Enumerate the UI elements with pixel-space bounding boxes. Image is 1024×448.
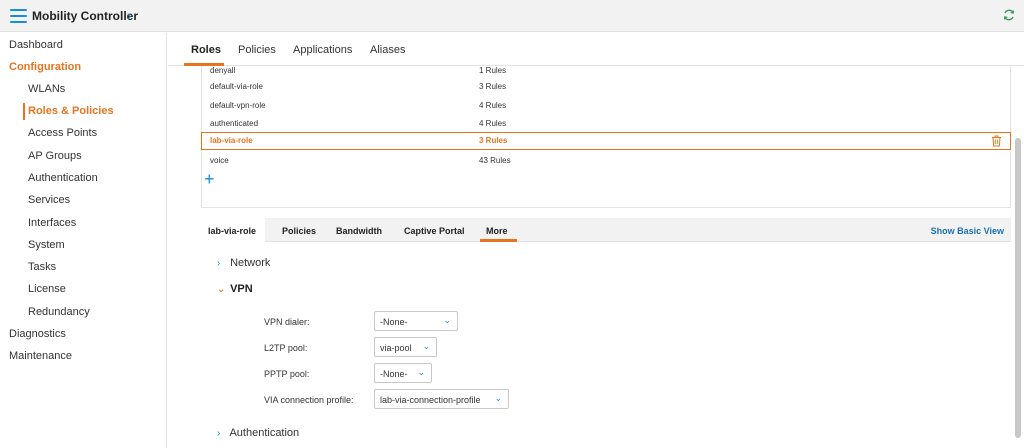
tab-roles[interactable]: Roles	[191, 44, 221, 56]
l2tp-pool-select[interactable]: via-pool ⌄	[374, 337, 437, 357]
role-name: denyall	[210, 66, 236, 75]
sidebar-item-diagnostics[interactable]: Diagnostics	[9, 328, 66, 340]
sidebar-item-tasks[interactable]: Tasks	[28, 261, 56, 273]
via-connection-profile-select[interactable]: lab-via-connection-profile ⌄	[374, 389, 509, 409]
sidebar-item-wlans[interactable]: WLANs	[28, 83, 65, 95]
show-basic-view-link[interactable]: Show Basic View	[931, 226, 1004, 236]
authentication-section-label: Authentication	[229, 427, 300, 439]
tab-detail-policies[interactable]: Policies	[282, 226, 316, 236]
table-row[interactable]: voice 43 Rules	[201, 152, 1011, 170]
role-name: default-vpn-role	[210, 101, 266, 110]
app-title[interactable]: Mobility Controller	[32, 9, 138, 23]
chevron-right-icon[interactable]: ›	[127, 8, 131, 23]
tab-captive-portal[interactable]: Captive Portal	[404, 226, 465, 236]
sidebar-item-redundancy[interactable]: Redundancy	[28, 306, 90, 318]
network-section-toggle[interactable]: › Network	[217, 257, 270, 269]
tab-policies[interactable]: Policies	[238, 44, 276, 56]
sidebar-item-system[interactable]: System	[28, 239, 65, 251]
pptp-pool-label: PPTP pool:	[264, 369, 310, 379]
role-rules: 4 Rules	[479, 101, 507, 110]
chevron-down-icon: ⌄	[494, 393, 502, 403]
add-role-button[interactable]: +	[204, 170, 215, 188]
tab-aliases[interactable]: Aliases	[370, 44, 405, 56]
trash-icon[interactable]	[991, 135, 1002, 147]
vpn-dialer-value: -None-	[380, 317, 408, 327]
active-detail-tab-underline	[480, 239, 517, 242]
role-name: lab-via-role	[210, 136, 253, 145]
chevron-right-icon: ›	[217, 258, 221, 269]
via-connection-profile-value: lab-via-connection-profile	[380, 395, 481, 405]
vpn-dialer-select[interactable]: -None- ⌄	[374, 311, 458, 331]
role-rules: 4 Rules	[479, 119, 507, 128]
sidebar	[0, 33, 167, 448]
table-row[interactable]: authenticated 4 Rules	[201, 115, 1011, 133]
sidebar-item-license[interactable]: License	[28, 283, 66, 295]
table-row[interactable]: default-via-role 3 Rules	[201, 78, 1011, 96]
role-name: voice	[210, 156, 229, 165]
sidebar-item-interfaces[interactable]: Interfaces	[28, 217, 76, 229]
table-row-selected[interactable]: lab-via-role 3 Rules	[201, 132, 1011, 150]
chevron-down-icon: ⌄	[217, 284, 226, 295]
sidebar-item-ap-groups[interactable]: AP Groups	[28, 150, 82, 162]
active-indicator	[23, 103, 25, 120]
vpn-section-label: VPN	[230, 283, 253, 295]
sidebar-item-roles-policies[interactable]: Roles & Policies	[28, 105, 114, 117]
sidebar-item-maintenance[interactable]: Maintenance	[9, 350, 72, 362]
tab-role-name[interactable]: lab-via-role	[208, 226, 256, 236]
refresh-icon[interactable]	[1002, 8, 1016, 22]
tab-applications[interactable]: Applications	[293, 44, 352, 56]
sidebar-item-access-points[interactable]: Access Points	[28, 127, 97, 139]
sidebar-item-configuration[interactable]: Configuration	[9, 61, 81, 73]
role-rules: 43 Rules	[479, 156, 511, 165]
role-rules: 3 Rules	[479, 136, 508, 145]
role-name: default-via-role	[210, 82, 263, 91]
sidebar-item-services[interactable]: Services	[28, 194, 70, 206]
menu-icon[interactable]	[10, 9, 27, 23]
table-row[interactable]: default-vpn-role 4 Rules	[201, 97, 1011, 115]
tab-bandwidth[interactable]: Bandwidth	[336, 226, 382, 236]
vpn-section-toggle[interactable]: ⌄ VPN	[217, 283, 253, 295]
scrollbar[interactable]	[1015, 138, 1021, 438]
network-section-label: Network	[230, 257, 271, 269]
chevron-right-icon: ›	[217, 428, 221, 439]
top-bar: Mobility Controller ›	[0, 0, 1024, 32]
chevron-down-icon: ⌄	[417, 367, 425, 377]
vpn-dialer-label: VPN dialer:	[264, 317, 310, 327]
role-detail-tabs: lab-via-role Policies Bandwidth Captive …	[201, 218, 1011, 242]
authentication-section-toggle[interactable]: › Authentication	[217, 427, 299, 439]
chevron-down-icon: ⌄	[422, 341, 430, 351]
via-connection-profile-label: VIA connection profile:	[264, 395, 354, 405]
role-rules: 1 Rules	[479, 66, 507, 75]
sidebar-item-authentication[interactable]: Authentication	[28, 172, 98, 184]
l2tp-pool-value: via-pool	[380, 343, 412, 353]
chevron-down-icon: ⌄	[443, 315, 451, 325]
tab-more[interactable]: More	[486, 226, 508, 236]
role-name: authenticated	[210, 119, 259, 128]
role-rules: 3 Rules	[479, 82, 507, 91]
pptp-pool-value: -None-	[380, 369, 408, 379]
l2tp-pool-label: L2TP pool:	[264, 343, 308, 353]
pptp-pool-select[interactable]: -None- ⌄	[374, 363, 432, 383]
sidebar-item-dashboard[interactable]: Dashboard	[9, 39, 63, 51]
